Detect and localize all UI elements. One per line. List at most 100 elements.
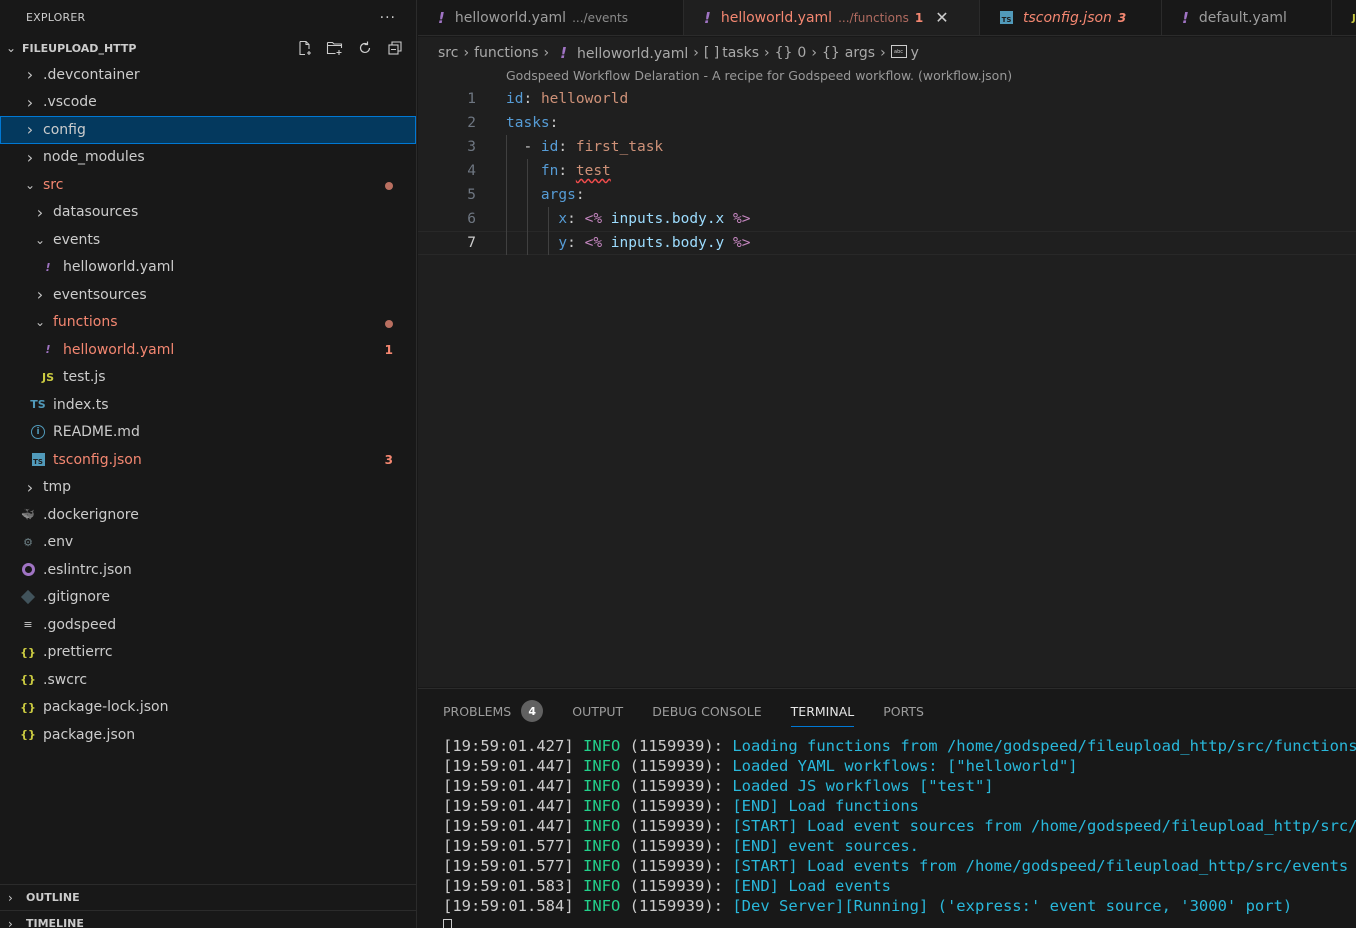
log-level: INFO [583, 877, 621, 895]
code-line[interactable]: 5 args: [418, 183, 1356, 207]
file-item[interactable]: ! helloworld.yaml 1 [0, 336, 416, 364]
tree-item-label: events [53, 231, 101, 248]
chevron-right-icon: › [763, 45, 770, 61]
code-line[interactable]: 7 y: <% inputs.body.y %> [418, 231, 1356, 255]
terminal-prompt[interactable] [443, 916, 1356, 928]
line-number: 7 [467, 235, 476, 251]
problem-count: 3 [384, 452, 393, 467]
file-item[interactable]: .gitignore [0, 584, 416, 612]
file-item[interactable]: ≡ .godspeed [0, 611, 416, 639]
breadcrumb-item[interactable]: src [438, 45, 458, 61]
panel-tab[interactable]: DEBUG CONSOLE [652, 689, 761, 733]
json-braces-icon: {} [20, 645, 36, 659]
code-editor[interactable]: src › functions ›! helloworld.yaml ›[ ] tasks ›… [418, 37, 1356, 687]
problems-count-badge: 4 [521, 700, 544, 722]
collapse-all-icon[interactable] [384, 39, 406, 57]
log-pid: (1159939): [629, 857, 723, 875]
breadcrumb-item[interactable]: abc y [890, 44, 919, 62]
file-item[interactable]: ! helloworld.yaml [0, 254, 416, 282]
yaml-file-icon: ! [45, 343, 51, 357]
editor-tab[interactable]: ! helloworld.yaml .../functions 1 ✕ [684, 0, 980, 35]
more-actions-icon[interactable]: ··· [380, 10, 396, 26]
outline-section[interactable]: › OUTLINE [0, 884, 417, 910]
folder-item[interactable]: › tmp [0, 474, 416, 502]
tree-item-label: .gitignore [43, 589, 110, 606]
folder-item[interactable]: › .devcontainer [0, 61, 416, 89]
folder-item[interactable]: › datasources [0, 199, 416, 227]
log-timestamp: [19:59:01.584] [443, 897, 574, 915]
file-item[interactable]: i README.md [0, 419, 416, 447]
tree-item-label: helloworld.yaml [63, 259, 175, 276]
code-line[interactable]: 6 x: <% inputs.body.x %> [418, 207, 1356, 231]
log-timestamp: [19:59:01.447] [443, 817, 574, 835]
folder-item[interactable]: › eventsources [0, 281, 416, 309]
folder-item[interactable]: ⌄ functions [0, 309, 416, 337]
breadcrumb-item[interactable]: [ ] tasks [704, 45, 759, 61]
code-line[interactable]: 2 tasks: [418, 111, 1356, 135]
panel-tab[interactable]: PORTS [883, 689, 924, 733]
file-item[interactable]: 🐳 .dockerignore [0, 501, 416, 529]
panel-tab[interactable]: OUTPUT [572, 689, 623, 733]
chevron-right-icon: › [811, 45, 817, 61]
editor-tab[interactable]: TS tsconfig.json 3 [980, 0, 1162, 35]
problem-count: 1 [384, 342, 393, 357]
log-message: [END] Load functions [732, 797, 919, 815]
code-area[interactable]: 1 id: helloworld 2 tasks: 3 - id: first_task… [418, 87, 1356, 255]
new-file-icon[interactable] [294, 39, 316, 57]
chevron-right-icon: › [543, 45, 550, 61]
panel-tab[interactable]: PROBLEMS 4 [443, 689, 544, 733]
terminal-output[interactable]: [19:59:01.427] INFO (1159939): Loading f… [443, 736, 1356, 928]
tree-item-label: tmp [43, 479, 72, 496]
file-item[interactable]: TS tsconfig.json 3 [0, 446, 416, 474]
panel-tab[interactable]: TERMINAL [790, 689, 854, 733]
folder-item[interactable]: › node_modules [0, 144, 416, 172]
text-lines-icon: ≡ [23, 618, 33, 632]
chevron-right-icon: › [880, 45, 886, 61]
file-item[interactable]: TS index.ts [0, 391, 416, 419]
breadcrumb-item[interactable]: ! helloworld.yaml [554, 44, 688, 62]
file-item[interactable]: ⚙ .env [0, 529, 416, 557]
close-icon[interactable]: ✕ [935, 8, 948, 27]
timeline-section[interactable]: › TIMELINE [0, 910, 417, 928]
breadcrumb-item[interactable]: functions [474, 45, 538, 61]
code-line[interactable]: 1 id: helloworld [418, 87, 1356, 111]
code-token: inputs.body.y [610, 235, 725, 251]
workspace-root[interactable]: ⌄ FILEUPLOAD_HTTP [0, 35, 416, 61]
file-item[interactable]: {} package-lock.json [0, 694, 416, 722]
chevron-right-icon: › [26, 65, 34, 85]
git-icon [19, 590, 37, 605]
log-level: INFO [583, 837, 621, 855]
panel-tab-label: DEBUG CONSOLE [652, 703, 762, 719]
breadcrumb-item[interactable]: {} args [822, 45, 875, 61]
line-number: 4 [467, 163, 476, 179]
editor-tab[interactable]: ! default.yaml [1162, 0, 1332, 35]
folder-item[interactable]: ⌄ events [0, 226, 416, 254]
chevron-right-icon: › [463, 45, 470, 61]
log-message: [START] Load event sources from /home/go… [732, 817, 1356, 835]
log-timestamp: [19:59:01.583] [443, 877, 574, 895]
new-folder-icon[interactable] [324, 39, 346, 57]
schema-codelens[interactable]: Godspeed Workflow Delaration - A recipe … [506, 68, 1012, 83]
folder-item[interactable]: › .vscode [0, 89, 416, 117]
code-token: : [567, 211, 585, 227]
line-number: 6 [467, 211, 476, 227]
folder-item[interactable]: ⌄ src [0, 171, 416, 199]
tab-name: default.yaml [1198, 10, 1287, 26]
editor-tab[interactable]: J [1332, 0, 1356, 35]
line-content: - id: first_task [506, 139, 663, 155]
file-item[interactable]: {} .swcrc [0, 666, 416, 694]
info-circle: i [31, 425, 45, 440]
breadcrumb-item[interactable]: {} 0 [775, 45, 807, 61]
code-line[interactable]: 3 - id: first_task [418, 135, 1356, 159]
file-item[interactable]: .eslintrc.json [0, 556, 416, 584]
file-item[interactable]: {} .prettierrc [0, 639, 416, 667]
file-item[interactable]: {} package.json [0, 721, 416, 749]
tree-item-label: .prettierrc [43, 644, 113, 661]
code-line[interactable]: 4 fn: test [418, 159, 1356, 183]
refresh-icon[interactable] [354, 39, 376, 57]
file-item[interactable]: JS test.js [0, 364, 416, 392]
editor-tab[interactable]: ! helloworld.yaml .../events [418, 0, 684, 35]
folder-item[interactable]: › config [0, 116, 416, 144]
